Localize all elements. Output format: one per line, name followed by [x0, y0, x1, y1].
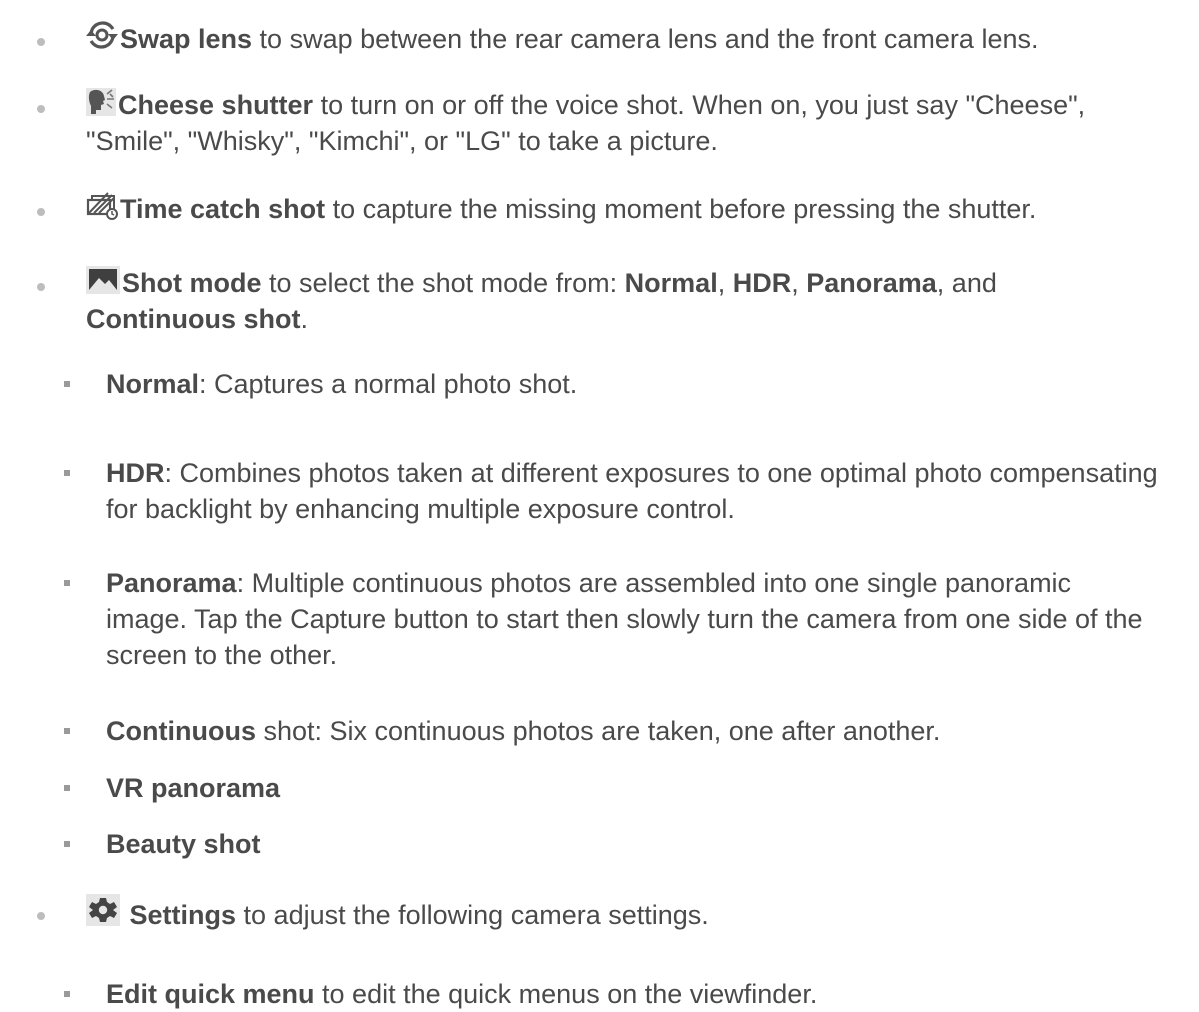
- item-text: to capture the missing moment before pre…: [325, 194, 1037, 224]
- item-title: Swap lens: [120, 24, 253, 54]
- option-normal: Normal: [624, 268, 718, 298]
- sub-item-hdr: HDR: Combines photos taken at different …: [0, 455, 1159, 527]
- sub-item-text: : Multiple continuous photos are assembl…: [106, 568, 1143, 670]
- sub-item-vr-panorama: VR panorama: [0, 770, 1159, 806]
- separator: ,: [717, 268, 733, 298]
- list-item-shot-mode: Shot mode to select the shot mode from: …: [0, 265, 1159, 337]
- item-text: to adjust the following camera settings.: [236, 900, 709, 930]
- sub-item-text: shot: Six continuous photos are taken, o…: [255, 716, 941, 746]
- sub-item-normal: Normal: Captures a normal photo shot.: [0, 366, 1159, 402]
- cheese-shutter-icon: [86, 88, 116, 116]
- sub-item-text: to edit the quick menus on the viewfinde…: [314, 979, 818, 1009]
- sub-item-beauty-shot: Beauty shot: [0, 826, 1159, 862]
- list-item-settings: Settings to adjust the following camera …: [0, 894, 1159, 933]
- option-hdr: HDR: [732, 268, 792, 298]
- gear-icon: [86, 894, 120, 926]
- item-text: to select the shot mode from:: [261, 268, 625, 298]
- sub-item-title: Continuous: [106, 716, 256, 746]
- item-title: Settings: [129, 900, 237, 930]
- sub-item-title: Normal: [106, 369, 200, 399]
- sub-item-continuous: Continuous shot: Six continuous photos a…: [0, 713, 1159, 749]
- item-text: to swap between the rear camera lens and…: [252, 24, 1039, 54]
- item-title: Shot mode: [122, 268, 262, 298]
- sub-item-title: HDR: [106, 458, 165, 488]
- separator: ,: [791, 268, 807, 298]
- separator: , and: [936, 268, 997, 298]
- shot-mode-icon: [86, 266, 120, 294]
- period: .: [300, 304, 308, 334]
- sub-item-title: Beauty shot: [106, 829, 261, 859]
- sub-item-title: VR panorama: [106, 773, 281, 803]
- swap-lens-icon: [86, 20, 118, 50]
- sub-item-text: : Captures a normal photo shot.: [199, 369, 578, 399]
- option-continuous-shot: Continuous shot: [86, 304, 301, 334]
- time-catch-shot-icon: [86, 190, 118, 220]
- item-title: Cheese shutter: [118, 90, 314, 120]
- list-item-swap-lens: Swap lens to swap between the rear camer…: [0, 20, 1159, 57]
- sub-item-panorama: Panorama: Multiple continuous photos are…: [0, 565, 1159, 673]
- sub-item-text: : Combines photos taken at different exp…: [106, 458, 1158, 524]
- sub-item-title: Panorama: [106, 568, 237, 598]
- list-item-cheese-shutter: Cheese shutter to turn on or off the voi…: [0, 87, 1159, 159]
- sub-item-title: Edit quick menu: [106, 979, 315, 1009]
- option-panorama: Panorama: [806, 268, 937, 298]
- list-item-time-catch-shot: Time catch shot to capture the missing m…: [0, 190, 1159, 227]
- item-title: Time catch shot: [120, 194, 326, 224]
